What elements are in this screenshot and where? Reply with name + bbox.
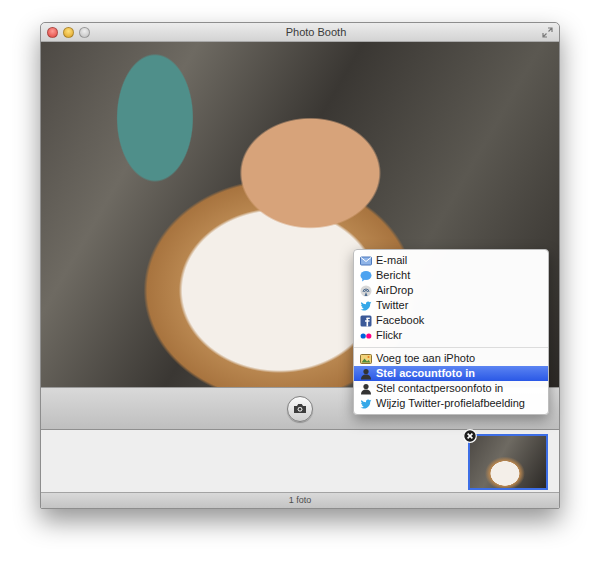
- menu-item[interactable]: AirDrop: [354, 283, 548, 298]
- menu-item[interactable]: Stel contactpersoonfoto in: [354, 381, 548, 396]
- menu-item-label: Flickr: [376, 328, 402, 343]
- photo-booth-window: Photo Booth 1 foto E-mailBerichtAirDropT…: [40, 22, 560, 509]
- menu-item-label: Wijzig Twitter-profielafbeelding: [376, 396, 525, 411]
- menu-item-label: Facebook: [376, 313, 424, 328]
- menu-item-label: Voeg toe aan iPhoto: [376, 351, 475, 366]
- account-person-icon: [360, 368, 372, 380]
- menu-item-label: Stel contactpersoonfoto in: [376, 381, 503, 396]
- iphoto-icon: [360, 353, 372, 365]
- close-button[interactable]: [47, 27, 58, 38]
- twitter-bird-icon: [360, 398, 372, 410]
- menu-item[interactable]: E-mail: [354, 253, 548, 268]
- filmstrip: [41, 430, 559, 492]
- window-controls: [47, 27, 90, 38]
- menu-item-label: E-mail: [376, 253, 407, 268]
- camera-icon: [293, 403, 307, 414]
- facebook-icon: [360, 315, 372, 327]
- fullscreen-icon[interactable]: [542, 27, 553, 38]
- menu-separator: [354, 347, 548, 348]
- window-title: Photo Booth: [90, 23, 542, 41]
- menu-item-label: AirDrop: [376, 283, 413, 298]
- status-bar: 1 foto: [41, 492, 559, 508]
- menu-item-label: Bericht: [376, 268, 410, 283]
- contact-person-icon: [360, 383, 372, 395]
- mail-icon: [360, 255, 372, 267]
- desktop: Photo Booth 1 foto E-mailBerichtAirDropT…: [0, 0, 600, 509]
- menu-item[interactable]: Voeg toe aan iPhoto: [354, 351, 548, 366]
- menu-item[interactable]: Facebook: [354, 313, 548, 328]
- title-bar[interactable]: Photo Booth: [41, 23, 559, 42]
- menu-item[interactable]: Wijzig Twitter-profielafbeelding: [354, 396, 548, 411]
- photo-thumbnail[interactable]: [468, 434, 548, 490]
- airdrop-icon: [360, 285, 372, 297]
- flickr-icon: [360, 330, 372, 342]
- menu-item[interactable]: Flickr: [354, 328, 548, 343]
- menu-item[interactable]: Bericht: [354, 268, 548, 283]
- twitter-bird-icon: [360, 300, 372, 312]
- minimize-button[interactable]: [63, 27, 74, 38]
- menu-item[interactable]: Twitter: [354, 298, 548, 313]
- take-photo-button[interactable]: [287, 396, 313, 422]
- menu-item[interactable]: Stel accountfoto in: [354, 366, 548, 381]
- delete-photo-icon[interactable]: [463, 429, 477, 443]
- menu-item-label: Stel accountfoto in: [376, 366, 475, 381]
- share-menu: E-mailBerichtAirDropTwitterFacebookFlick…: [353, 249, 549, 415]
- zoom-button[interactable]: [79, 27, 90, 38]
- menu-item-label: Twitter: [376, 298, 408, 313]
- message-bubble-icon: [360, 270, 372, 282]
